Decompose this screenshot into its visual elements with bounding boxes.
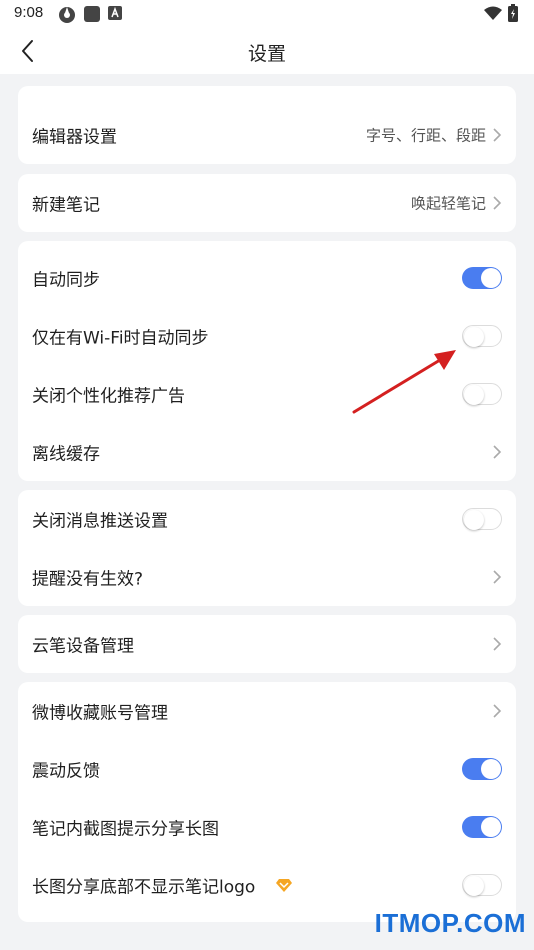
hide-logo-label: 长图分享底部不显示笔记logo	[32, 877, 256, 898]
chevron-right-icon	[493, 570, 502, 584]
toggle-knob	[481, 759, 501, 779]
wifi-only-sync-label: 仅在有Wi-Fi时自动同步	[32, 328, 209, 349]
device-card: 云笔设备管理	[18, 615, 516, 673]
close-ads-label: 关闭个性化推荐广告	[32, 386, 185, 407]
status-bar: 9:08	[0, 0, 534, 28]
chevron-right-icon	[493, 196, 502, 210]
auto-sync-label: 自动同步	[32, 270, 100, 291]
vip-diamond-icon	[276, 879, 292, 892]
hide-logo-row: 长图分享底部不显示笔记logo	[18, 856, 516, 914]
wifi-icon	[484, 6, 502, 20]
weibo-account-label: 微博收藏账号管理	[32, 703, 168, 724]
screenshot-share-label: 笔记内截图提示分享长图	[32, 819, 219, 840]
new-note-label: 新建笔记	[32, 195, 100, 216]
header: 设置	[0, 28, 534, 74]
page-title: 设置	[247, 43, 286, 65]
push-card: 关闭消息推送设置 提醒没有生效?	[18, 490, 516, 606]
app-square-icon	[84, 6, 100, 22]
toggle-knob	[481, 817, 501, 837]
annotation-arrow-icon	[352, 350, 456, 414]
chevron-right-icon	[493, 704, 502, 718]
new-note-value: 唤起轻笔记	[410, 194, 486, 213]
chevron-right-icon	[493, 445, 502, 459]
close-push-label: 关闭消息推送设置	[32, 511, 168, 532]
device-manage-row[interactable]: 云笔设备管理	[18, 615, 516, 673]
editor-settings-row[interactable]: 编辑器设置 字号、行距、段距	[18, 106, 516, 164]
close-push-toggle[interactable]	[462, 508, 502, 530]
toggle-knob	[464, 875, 484, 896]
toggle-knob	[481, 268, 501, 288]
reminder-label: 提醒没有生效?	[32, 569, 144, 590]
hide-logo-toggle[interactable]	[462, 874, 502, 896]
toggle-knob	[464, 509, 484, 530]
editor-settings-label: 编辑器设置	[32, 127, 117, 148]
app-notification-icon	[59, 7, 75, 23]
chevron-right-icon	[493, 637, 502, 651]
offline-cache-row[interactable]: 离线缓存	[18, 423, 516, 481]
device-manage-label: 云笔设备管理	[32, 636, 134, 657]
new-note-row[interactable]: 新建笔记 唤起轻笔记	[18, 174, 516, 232]
new-note-card: 新建笔记 唤起轻笔记	[18, 174, 516, 232]
vibration-toggle[interactable]	[462, 758, 502, 780]
offline-cache-label: 离线缓存	[32, 444, 100, 465]
auto-sync-row: 自动同步	[18, 249, 516, 307]
close-push-row: 关闭消息推送设置	[18, 490, 516, 548]
status-time: 9:08	[14, 4, 44, 21]
chevron-right-icon	[493, 128, 502, 142]
vibration-row: 震动反馈	[18, 740, 516, 798]
editor-card: 编辑器设置 字号、行距、段距	[18, 86, 516, 164]
screenshot-share-row: 笔记内截图提示分享长图	[18, 798, 516, 856]
screenshot-share-toggle[interactable]	[462, 816, 502, 838]
watermark: ITMOP.COM	[374, 908, 526, 938]
weibo-account-row[interactable]: 微博收藏账号管理	[18, 682, 516, 740]
battery-icon	[508, 4, 518, 22]
misc-card: 微博收藏账号管理 震动反馈 笔记内截图提示分享长图 长图分享底部不显示笔记log…	[18, 682, 516, 922]
auto-sync-toggle[interactable]	[462, 267, 502, 289]
keyboard-a-icon	[108, 6, 122, 20]
editor-settings-value: 字号、行距、段距	[365, 126, 486, 145]
vibration-label: 震动反馈	[32, 761, 100, 782]
reminder-row[interactable]: 提醒没有生效?	[18, 548, 516, 606]
